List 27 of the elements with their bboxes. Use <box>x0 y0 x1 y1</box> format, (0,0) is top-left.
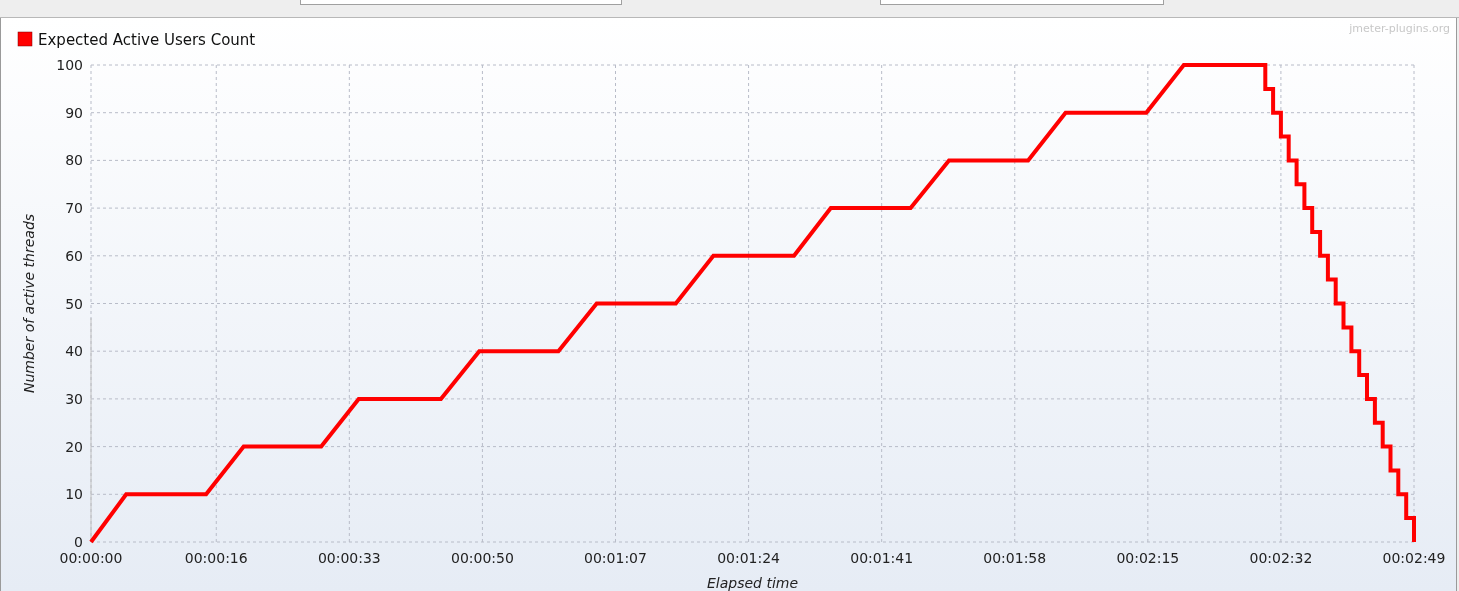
y-tick-label: 80 <box>65 152 83 169</box>
y-tick-label: 50 <box>65 295 83 312</box>
y-tick-label: 90 <box>65 104 83 121</box>
input-field[interactable] <box>880 0 1164 5</box>
x-tick-label: 00:01:24 <box>717 550 781 566</box>
y-tick-label: 10 <box>65 486 83 503</box>
y-tick-label: 40 <box>65 343 83 360</box>
x-tick-label: 00:00:16 <box>184 550 248 566</box>
x-tick-label: 00:00:50 <box>450 550 514 566</box>
x-tick-label: 00:02:15 <box>1116 550 1180 566</box>
input-field[interactable] <box>300 0 622 5</box>
x-tick-label: 00:01:41 <box>850 550 914 566</box>
y-axis-title: Number of active threads <box>21 213 37 394</box>
x-tick-label: 00:02:49 <box>1382 550 1446 566</box>
y-tick-label: 70 <box>65 200 83 217</box>
y-tick-label: 0 <box>74 534 83 550</box>
y-tick-label: 100 <box>56 57 83 73</box>
legend-label: Expected Active Users Count <box>38 31 256 49</box>
y-tick-label: 20 <box>65 438 83 455</box>
x-tick-label: 00:02:32 <box>1249 550 1313 566</box>
x-tick-label: 00:01:07 <box>584 550 647 566</box>
y-tick-label: 30 <box>65 390 83 407</box>
x-tick-label: 00:00:00 <box>59 550 123 566</box>
x-tick-label: 00:00:33 <box>317 550 381 566</box>
x-axis-title: Elapsed time <box>706 575 799 591</box>
y-tick-label: 60 <box>65 247 83 264</box>
x-tick-label: 00:01:58 <box>983 550 1047 566</box>
